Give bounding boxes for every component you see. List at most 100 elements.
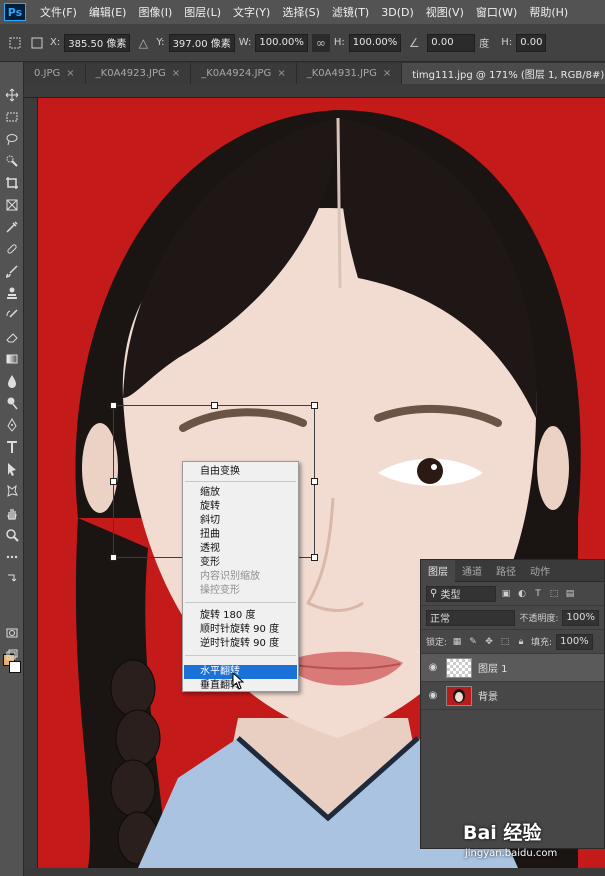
menu-layer[interactable]: 图层(L) [178, 4, 227, 20]
relative-position-icon[interactable]: △ [134, 34, 152, 52]
healing-icon[interactable] [3, 240, 21, 258]
lock-row: 锁定: ▦ ✎ ✥ ⬚ 🔒︎ 填充: 100% [421, 630, 604, 654]
pixel-filter-icon[interactable]: ▣ [500, 588, 512, 600]
quick-mask-icon[interactable] [3, 624, 21, 642]
menu-3d[interactable]: 3D(D) [375, 6, 420, 19]
stamp-icon[interactable] [3, 284, 21, 302]
tab-doc-active[interactable]: timg111.jpg @ 171% (图层 1, RGB/8#) *× [402, 63, 605, 84]
fill-field[interactable]: 100% [556, 633, 593, 650]
transform-handle-bl[interactable] [110, 554, 117, 561]
menu-file[interactable]: 文件(F) [34, 4, 83, 20]
close-icon[interactable]: × [383, 68, 391, 79]
menu-item-distort[interactable]: 扭曲 [184, 528, 297, 542]
menu-item-rotate-90-cw[interactable]: 顺时针旋转 90 度 [184, 623, 297, 637]
lasso-icon[interactable] [3, 130, 21, 148]
angle-field[interactable]: 0.00 [427, 33, 476, 52]
close-icon[interactable]: × [277, 68, 285, 79]
path-select-icon[interactable] [3, 460, 21, 478]
transform-handle-top[interactable] [211, 402, 218, 409]
move-icon[interactable] [3, 86, 21, 104]
y-field[interactable]: 397.00 像素 [168, 33, 235, 52]
lock-image-icon[interactable]: ✎ [467, 636, 479, 648]
close-icon[interactable]: × [66, 68, 74, 79]
shape-icon[interactable] [3, 482, 21, 500]
eye-icon[interactable]: ◉ [426, 690, 440, 701]
photoshop-logo: Ps [4, 3, 26, 21]
lock-position-icon[interactable]: ✥ [483, 636, 495, 648]
menu-item-rotate-180[interactable]: 旋转 180 度 [184, 609, 297, 623]
transform-handle-left[interactable] [110, 478, 117, 485]
tab-doc-1[interactable]: _K0A4923.JPG × [85, 63, 192, 84]
eyedropper-icon[interactable] [3, 218, 21, 236]
tab-actions[interactable]: 动作 [523, 560, 557, 582]
screen-mode-icon[interactable] [3, 646, 21, 664]
dodge-icon[interactable] [3, 394, 21, 412]
hand-icon[interactable] [3, 504, 21, 522]
width-field[interactable]: 100.00% [255, 33, 308, 52]
reference-point-icon[interactable] [28, 34, 46, 52]
height-field[interactable]: 100.00% [348, 33, 402, 52]
menu-item-scale[interactable]: 缩放 [184, 486, 297, 500]
history-brush-icon[interactable] [3, 306, 21, 324]
layer-row-layer1[interactable]: ◉ 图层 1 [421, 654, 604, 682]
gradient-icon[interactable] [3, 350, 21, 368]
menu-image[interactable]: 图像(I) [132, 4, 178, 20]
menu-item-rotate-90-ccw[interactable]: 逆时针旋转 90 度 [184, 637, 297, 651]
lock-transparent-icon[interactable]: ▦ [451, 636, 463, 648]
layer-filter-select[interactable]: ⚲ 类型 [426, 585, 496, 602]
crop-icon[interactable] [3, 174, 21, 192]
pen-icon[interactable] [3, 416, 21, 434]
transform-handle-br[interactable] [311, 554, 318, 561]
tab-doc-0[interactable]: 0.JPG × [24, 63, 86, 84]
layer-name: 背景 [478, 692, 498, 703]
type-icon[interactable] [3, 438, 21, 456]
lock-all-icon[interactable]: 🔒︎ [515, 636, 527, 648]
menu-filter[interactable]: 滤镜(T) [326, 4, 375, 20]
quick-select-icon[interactable] [3, 152, 21, 170]
layers-panel: 图层 通道 路径 动作 ⚲ 类型 ▣ ◐ T ⬚ ▤ 正常 不透明度: 100%… [420, 559, 605, 849]
tab-doc-3[interactable]: _K0A4931.JPG × [296, 63, 403, 84]
shape-filter-icon[interactable]: ⬚ [548, 588, 560, 600]
more-tools-icon[interactable] [3, 548, 21, 566]
tab-doc-2[interactable]: _K0A4924.JPG × [191, 63, 297, 84]
type-filter-icon[interactable]: T [532, 588, 544, 600]
lock-artboard-icon[interactable]: ⬚ [499, 636, 511, 648]
adjustment-filter-icon[interactable]: ◐ [516, 588, 528, 600]
menu-item-warp[interactable]: 变形 [184, 556, 297, 570]
menu-item-skew[interactable]: 斜切 [184, 514, 297, 528]
tab-paths[interactable]: 路径 [489, 560, 523, 582]
ruler-horizontal[interactable] [24, 84, 605, 98]
menu-window[interactable]: 窗口(W) [470, 4, 523, 20]
swap-colors-icon[interactable] [3, 570, 21, 588]
tab-channels[interactable]: 通道 [455, 560, 489, 582]
menu-item-perspective[interactable]: 透视 [184, 542, 297, 556]
ruler-vertical[interactable] [24, 98, 38, 868]
transform-handle-right[interactable] [311, 478, 318, 485]
menu-view[interactable]: 视图(V) [420, 4, 470, 20]
blend-mode-select[interactable]: 正常 [426, 609, 516, 626]
frame-icon[interactable] [3, 196, 21, 214]
menu-item-rotate[interactable]: 旋转 [184, 500, 297, 514]
opacity-field[interactable]: 100% [562, 609, 599, 626]
tab-layers[interactable]: 图层 [421, 559, 455, 582]
eye-icon[interactable]: ◉ [426, 662, 440, 673]
close-icon[interactable]: × [172, 68, 180, 79]
h-skew-field[interactable]: 0.00 [516, 33, 547, 52]
menu-item-free-transform[interactable]: 自由变换 [184, 465, 297, 479]
brush-icon[interactable] [3, 262, 21, 280]
link-icon[interactable]: ∞ [311, 33, 330, 52]
menu-help[interactable]: 帮助(H) [523, 4, 574, 20]
menu-edit[interactable]: 编辑(E) [83, 4, 133, 20]
blur-icon[interactable] [3, 372, 21, 390]
smart-object-filter-icon[interactable]: ▤ [564, 588, 576, 600]
eraser-icon[interactable] [3, 328, 21, 346]
menu-type[interactable]: 文字(Y) [227, 4, 276, 20]
menu-select[interactable]: 选择(S) [276, 4, 326, 20]
transform-handle-tl[interactable] [110, 402, 117, 409]
transform-tool-icon[interactable] [6, 34, 24, 52]
transform-handle-tr[interactable] [311, 402, 318, 409]
layer-row-background[interactable]: ◉ 背景 [421, 682, 604, 710]
x-field[interactable]: 385.50 像素 [64, 33, 131, 52]
marquee-icon[interactable] [3, 108, 21, 126]
zoom-icon[interactable] [3, 526, 21, 544]
